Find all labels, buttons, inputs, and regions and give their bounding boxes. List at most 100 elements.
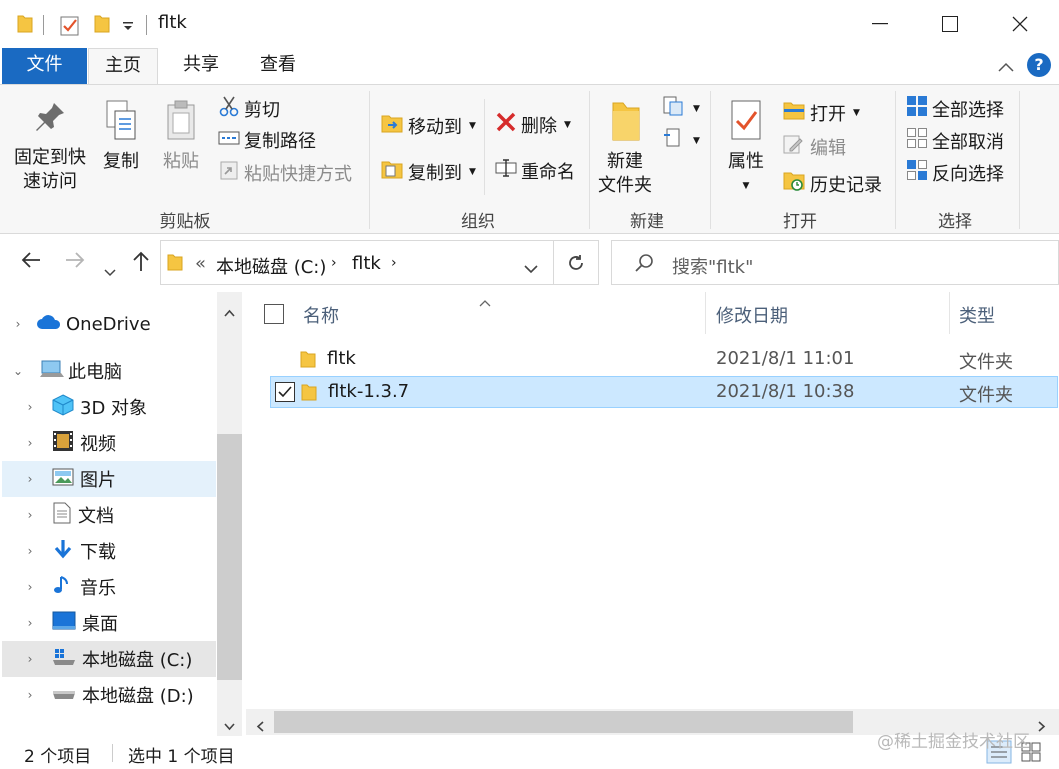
move-to-button[interactable]: 移动到 ▼ (380, 111, 476, 140)
scroll-left-icon[interactable] (256, 717, 264, 737)
help-icon[interactable]: ? (1027, 53, 1051, 77)
close-button[interactable] (985, 0, 1055, 48)
nav-item-local-disk-d[interactable]: › 本地磁盘 (D:) (2, 677, 216, 713)
tab-view[interactable]: 查看 (243, 48, 313, 84)
edit-icon (782, 133, 806, 160)
file-row[interactable]: fltk-1.3.7 2021/8/1 10:38 文件夹 (270, 376, 1058, 408)
collapse-ribbon-icon[interactable] (997, 58, 1015, 78)
file-date: 2021/8/1 11:01 (716, 348, 855, 369)
refresh-icon[interactable] (566, 253, 586, 278)
scroll-down-icon[interactable] (224, 716, 235, 736)
ribbon-tabs: 文件 主页 共享 查看 ? (0, 48, 1059, 85)
scroll-up-icon[interactable] (224, 302, 235, 322)
select-all-button[interactable]: 全部选择 (906, 95, 1004, 122)
column-header-date[interactable]: 修改日期 (716, 302, 788, 328)
nav-item-onedrive[interactable]: › OneDrive (2, 306, 216, 342)
address-bar[interactable]: « 本地磁盘 (C:) › fltk › (160, 240, 599, 285)
minimize-button[interactable] (845, 0, 915, 48)
invert-selection-button[interactable]: 反向选择 (906, 159, 1004, 186)
search-input[interactable]: 搜索"fltk" (672, 253, 753, 279)
paste-shortcut-button[interactable]: 粘贴快捷方式 (218, 159, 352, 186)
open-button[interactable]: 打开 ▼ (782, 99, 860, 126)
forward-arrow-icon[interactable] (64, 250, 86, 276)
back-arrow-icon[interactable] (20, 250, 42, 276)
nav-item-desktop[interactable]: › 桌面 (2, 605, 216, 641)
expand-chevron-icon[interactable]: › (22, 580, 38, 594)
nav-item-3d-objects[interactable]: › 3D 对象 (2, 389, 216, 425)
nav-pane-scroll-thumb[interactable] (217, 434, 242, 680)
new-item-button[interactable]: ▼ (662, 95, 700, 122)
paste-shortcut-icon (218, 159, 240, 186)
nav-item-music[interactable]: › 音乐 (2, 569, 216, 605)
column-header-name[interactable]: 名称 (303, 302, 339, 328)
breadcrumb-chevron-icon[interactable]: › (331, 255, 337, 271)
expand-chevron-icon[interactable]: › (22, 688, 38, 702)
tab-file[interactable]: 文件 (2, 48, 87, 84)
cloud-icon (36, 313, 62, 336)
paste-icon (163, 100, 199, 148)
expand-chevron-icon[interactable]: › (22, 652, 38, 666)
collapse-chevron-icon[interactable]: ⌄ (10, 364, 26, 378)
copy-path-button[interactable]: 复制路径 (218, 127, 316, 153)
nav-item-documents[interactable]: › 文档 (2, 497, 216, 533)
history-button[interactable]: 历史记录 (782, 169, 882, 198)
window-title: fltk (158, 12, 187, 33)
column-header-type[interactable]: 类型 (959, 302, 995, 328)
search-box[interactable]: 搜索"fltk" (611, 240, 1059, 285)
rename-icon (495, 157, 517, 184)
copy-to-button[interactable]: 复制到 ▼ (380, 157, 476, 186)
select-none-button[interactable]: 全部取消 (906, 127, 1004, 154)
ribbon: 固定到快 速访问 复制 粘贴 剪切 复制路径 粘贴快捷方式 剪贴板 移动到 ▼ … (0, 84, 1059, 234)
nav-item-pictures[interactable]: › 图片 (2, 461, 216, 497)
delete-button[interactable]: 删除 ▼ (495, 111, 571, 138)
expand-chevron-icon[interactable]: › (22, 400, 38, 414)
customize-quick-access-icon[interactable] (122, 18, 134, 38)
cut-button[interactable]: 剪切 (218, 95, 280, 122)
new-folder-button[interactable]: 新建 文件夹 (593, 99, 657, 198)
breadcrumb-local-disk-c[interactable]: 本地磁盘 (C:) (216, 253, 326, 279)
properties-button[interactable]: 属性 ▼ (719, 99, 773, 198)
expand-chevron-icon[interactable]: › (10, 317, 26, 331)
up-arrow-icon[interactable] (131, 250, 151, 278)
expand-chevron-icon[interactable]: › (22, 508, 38, 522)
scroll-right-icon[interactable] (1038, 717, 1046, 737)
new-folder-icon[interactable] (93, 14, 111, 39)
rename-button[interactable]: 重命名 (495, 157, 575, 184)
group-label-select: 选择 (938, 212, 972, 232)
tab-share[interactable]: 共享 (166, 48, 236, 84)
recent-locations-chevron-icon[interactable] (104, 258, 116, 283)
history-icon (782, 169, 806, 198)
nav-item-local-disk-c[interactable]: › 本地磁盘 (C:) (2, 641, 216, 677)
nav-item-videos[interactable]: › 视频 (2, 425, 216, 461)
breadcrumb-overflow[interactable]: « (195, 253, 206, 274)
group-label-open: 打开 (783, 212, 817, 232)
file-row[interactable]: fltk 2021/8/1 11:01 文件夹 (270, 344, 1058, 376)
row-checkbox[interactable] (275, 382, 295, 402)
address-history-chevron-icon[interactable] (524, 259, 538, 279)
nav-item-downloads[interactable]: › 下载 (2, 533, 216, 569)
copy-button[interactable]: 复制 (96, 99, 146, 174)
navigation-pane: › OneDrive ⌄ 此电脑 › 3D 对象 › 视频 › 图片 › 文档 … (0, 292, 242, 736)
title-bar: fltk (0, 0, 1059, 48)
breadcrumb-fltk[interactable]: fltk (352, 253, 381, 274)
invert-selection-icon (906, 159, 928, 186)
edit-button[interactable]: 编辑 (782, 133, 846, 160)
film-icon (52, 430, 74, 457)
copy-path-icon (218, 129, 240, 152)
file-list-scroll-thumb[interactable] (274, 711, 853, 733)
expand-chevron-icon[interactable]: › (22, 436, 38, 450)
breadcrumb-chevron-icon[interactable]: › (391, 255, 397, 271)
easy-access-button[interactable]: ▼ (662, 127, 700, 154)
maximize-button[interactable] (915, 0, 985, 48)
expand-chevron-icon[interactable]: › (22, 616, 38, 630)
properties-icon[interactable] (60, 14, 80, 41)
expand-chevron-icon[interactable]: › (22, 544, 38, 558)
group-label-clipboard: 剪贴板 (159, 212, 211, 232)
nav-item-this-pc[interactable]: ⌄ 此电脑 (2, 353, 216, 389)
copy-icon (103, 100, 139, 148)
expand-chevron-icon[interactable]: › (22, 472, 38, 486)
paste-button[interactable]: 粘贴 (156, 99, 206, 174)
select-all-checkbox[interactable] (264, 304, 284, 324)
pin-quick-access-button[interactable]: 固定到快 速访问 (10, 99, 90, 194)
tab-home[interactable]: 主页 (88, 48, 158, 85)
